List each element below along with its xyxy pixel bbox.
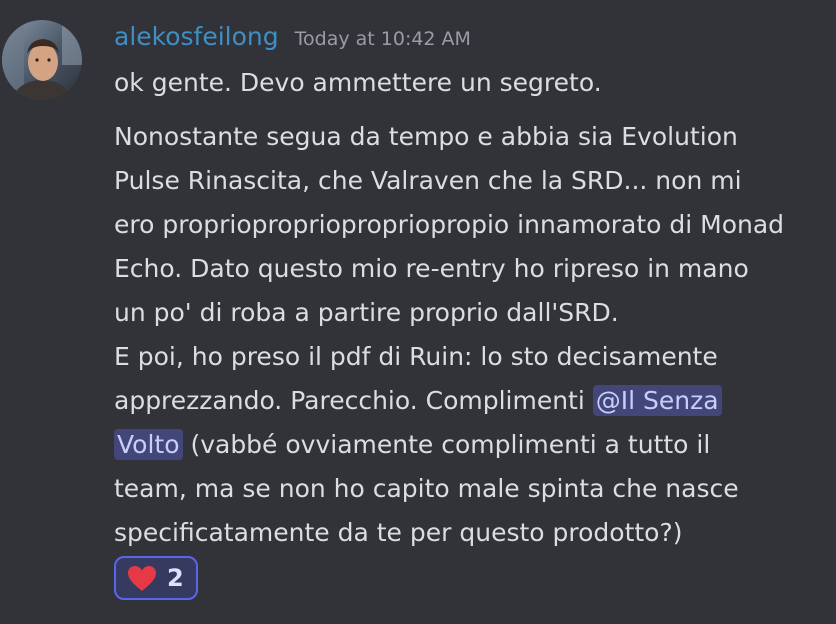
message-line: ok gente. Devo ammettere un segreto. (114, 68, 602, 97)
message-line: Volto (vabbé ovviamente complimenti a tu… (114, 423, 814, 467)
chat-message: alekosfeilong Today at 10:42 AM ok gente… (0, 0, 836, 624)
message-line: un po' di roba a partire proprio dall'SR… (114, 298, 619, 327)
avatar[interactable] (2, 20, 82, 100)
message-text: (vabbé ovviamente complimenti a tutto il (182, 430, 711, 459)
avatar-photo (2, 20, 82, 100)
message-line: specificatamente da te per questo prodot… (114, 518, 683, 547)
reactions-bar: 2 (114, 556, 198, 600)
message-text: apprezzando. Parecchio. Complimenti (114, 386, 593, 415)
timestamp[interactable]: Today at 10:42 AM (295, 28, 471, 50)
message-line: ero propriopropriopropriopropio innamora… (114, 210, 785, 239)
message-line: E poi, ho preso il pdf di Ruin: lo sto d… (114, 342, 718, 371)
message-content: ok gente. Devo ammettere un segreto. Non… (114, 62, 814, 555)
heart-icon (127, 565, 157, 592)
message-line: Echo. Dato questo mio re-entry ho ripres… (114, 254, 749, 283)
user-mention[interactable]: @Il Senza (592, 385, 722, 416)
reaction-count: 2 (167, 564, 184, 592)
message-header: alekosfeilong Today at 10:42 AM (114, 22, 471, 60)
message-paragraph: Nonostante segua da tempo e abbia sia Ev… (114, 115, 814, 555)
message-line: Pulse Rinascita, che Valraven che la SRD… (114, 166, 742, 195)
message-line: Nonostante segua da tempo e abbia sia Ev… (114, 122, 738, 151)
username[interactable]: alekosfeilong (114, 22, 279, 51)
message-line: team, ma se non ho capito male spinta ch… (114, 474, 739, 503)
user-mention[interactable]: Volto (114, 429, 183, 460)
reaction-heart[interactable]: 2 (114, 556, 198, 600)
message-line: apprezzando. Parecchio. Complimenti @Il … (114, 379, 814, 423)
